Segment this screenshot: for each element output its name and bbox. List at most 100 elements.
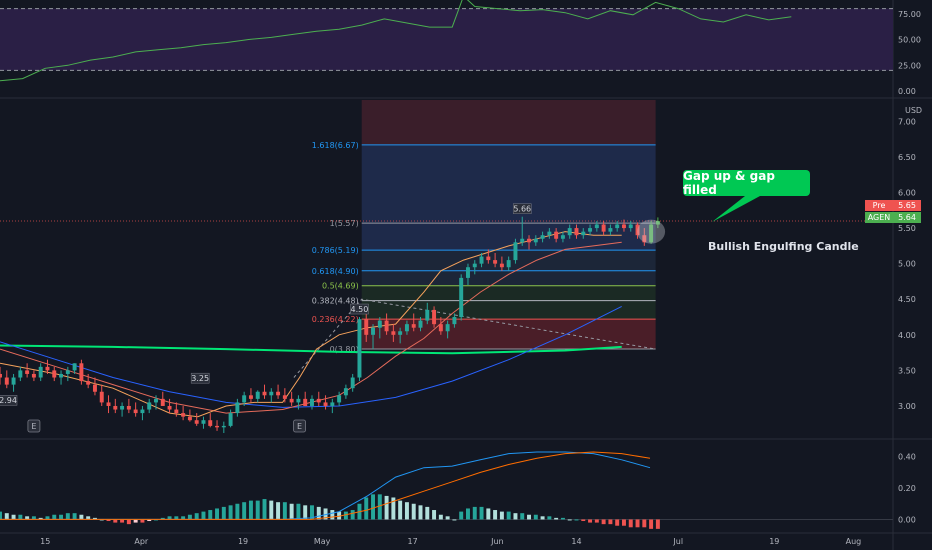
candle-body	[621, 224, 626, 229]
macd-histogram-bar	[133, 519, 138, 523]
candle-body	[140, 409, 145, 414]
earnings-marker-label: E	[297, 422, 302, 431]
macd-histogram-bar	[452, 519, 457, 521]
macd-histogram-bar	[289, 503, 294, 520]
macd-histogram-bar	[411, 503, 416, 520]
candle-body	[513, 242, 518, 261]
macd-histogram-bar	[18, 514, 23, 520]
macd-histogram-bar	[208, 510, 213, 520]
rsi-tick-label: 0.00	[898, 87, 916, 96]
macd-histogram-bar	[316, 506, 321, 520]
candle-body	[398, 331, 403, 335]
macd-tick-label: 0.20	[898, 484, 916, 493]
macd-histogram-bar	[418, 505, 423, 520]
macd-histogram-bar	[262, 499, 267, 520]
candle-body	[330, 402, 335, 406]
macd-histogram-bar	[445, 516, 450, 520]
candle-body	[377, 320, 382, 328]
candle-body	[384, 320, 389, 332]
macd-histogram-bar	[472, 506, 477, 520]
fib-label: 0.618(4.90)	[312, 267, 359, 276]
time-axis-label: 17	[407, 537, 417, 546]
macd-histogram-bar	[540, 516, 545, 520]
candle-body	[208, 420, 213, 426]
candle-body	[215, 425, 220, 428]
macd-histogram-bar	[499, 511, 504, 520]
macd-histogram-bar	[242, 502, 247, 520]
macd-histogram-bar	[615, 519, 620, 526]
fib-zone-blue	[361, 144, 656, 251]
candle-body	[459, 277, 464, 318]
macd-histogram-bar	[371, 494, 376, 520]
candle-body	[520, 238, 525, 243]
macd-histogram-bar	[486, 508, 491, 520]
macd-histogram-bar	[533, 514, 538, 520]
candle-body	[167, 405, 172, 410]
candle-body	[316, 398, 321, 403]
candle-body	[350, 377, 355, 389]
macd-histogram-bar	[635, 519, 640, 528]
macd-histogram-bar	[594, 519, 599, 523]
candle-body	[194, 420, 199, 424]
candle-body	[187, 416, 192, 421]
macd-histogram-bar	[120, 519, 125, 523]
macd-histogram-bar	[187, 514, 192, 520]
candle-body	[154, 398, 158, 403]
macd-histogram-bar	[201, 511, 206, 520]
time-axis-label: Aug	[846, 537, 862, 546]
macd-histogram-bar	[52, 514, 57, 520]
macd-histogram-bar	[608, 519, 613, 525]
macd-histogram-bar	[377, 494, 382, 520]
candle-body	[574, 228, 579, 236]
candle-body	[418, 320, 423, 328]
candle-body	[45, 366, 50, 371]
time-axis-label: Jun	[490, 537, 504, 546]
candle-body	[310, 398, 314, 406]
price-tick-label: 3.00	[898, 402, 916, 411]
fib-label: 0.786(5.19)	[312, 246, 359, 255]
macd-histogram-bar	[527, 514, 531, 520]
candle-body	[160, 398, 165, 406]
candle-body	[235, 402, 240, 414]
candle-body	[38, 366, 43, 378]
bullish-engulfing-label: Bullish Engulfing Candle	[708, 240, 859, 253]
time-axis-label: May	[314, 537, 331, 546]
candle-body	[357, 319, 362, 378]
candle-body	[221, 425, 226, 428]
candle-body	[628, 224, 633, 229]
candle-body	[296, 398, 301, 403]
candle-body	[242, 395, 247, 403]
candle-body	[465, 267, 470, 278]
candle-body	[31, 373, 36, 378]
chart-stage: 75.00 50.00 25.00 0.00 1.618(6.67) 1(5.57) 0.7…	[0, 0, 932, 550]
macd-histogram-bar	[493, 510, 498, 520]
candle-body	[588, 228, 593, 232]
macd-histogram-bar	[4, 513, 9, 520]
candle-body	[337, 395, 342, 403]
macd-histogram-bar	[438, 514, 443, 520]
macd-histogram-bar	[554, 517, 559, 520]
price-tick-label: 7.00	[898, 117, 916, 126]
time-axis-label: 14	[571, 537, 581, 546]
macd-histogram-bar	[655, 519, 660, 529]
candle-body	[445, 324, 450, 332]
candle-body	[527, 238, 531, 243]
rsi-tick-label: 25.00	[898, 61, 921, 70]
candle-body	[92, 384, 97, 392]
macd-histogram-bar	[588, 519, 593, 523]
candle-body	[201, 420, 206, 424]
candle-body	[425, 309, 430, 321]
candle-body	[567, 228, 572, 236]
candle-body	[371, 327, 376, 335]
macd-histogram-bar	[425, 506, 430, 520]
macd-histogram-bar	[79, 514, 84, 520]
candle-body	[540, 235, 545, 239]
high-label: 4.50	[351, 305, 369, 314]
candle-body	[391, 331, 396, 335]
price-tick-label: 5.50	[898, 224, 916, 233]
macd-histogram-bar	[194, 513, 199, 520]
candle-body	[72, 363, 77, 371]
candle-body	[181, 413, 186, 417]
trading-chart[interactable]: 75.00 50.00 25.00 0.00 1.618(6.67) 1(5.57) 0.7…	[0, 0, 932, 550]
macd-histogram-bar	[364, 497, 369, 520]
